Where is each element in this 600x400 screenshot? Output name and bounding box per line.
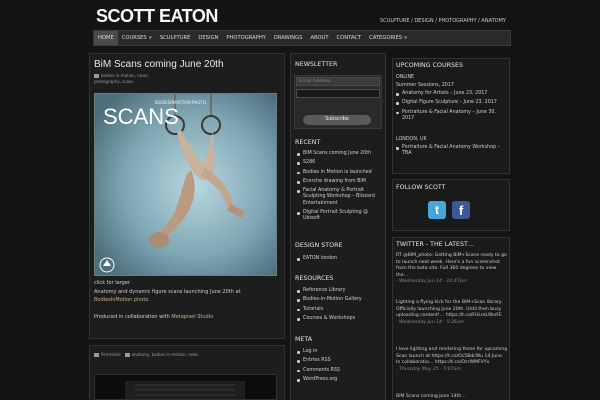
tweet: I love lighting and rendering these for … <box>396 347 508 373</box>
metapixel-link[interactable]: Metapixel Studio <box>171 314 213 320</box>
click-for-larger-text: click for larger <box>94 280 130 286</box>
post-line1-text: Anatomy and dynamic figure scans launchi… <box>94 289 241 295</box>
chevron-down-icon: ▼ <box>148 35 152 40</box>
post2-image-ui <box>95 375 276 399</box>
newsletter-input-secondary[interactable] <box>296 89 380 98</box>
post-title[interactable]: BiM Scans coming June 20th <box>94 59 224 70</box>
tweet-text[interactable]: RT @BiM_photo: Getting BiM+Scans ready t… <box>396 253 507 278</box>
london-courses-list: Portraiture & Facial Anatomy Workshop – … <box>396 145 504 161</box>
post-categories-text[interactable]: bodies-in-motion, news, photography, sca… <box>94 73 149 84</box>
meta-item[interactable]: Entries RSS <box>297 358 381 364</box>
follow-title: FOLLOW SCOTT <box>396 184 446 191</box>
post-image-figure: BODIESINMOTION PHOTO SCANS <box>95 94 276 275</box>
nav-item-label: ABOUT <box>310 35 329 41</box>
nav-item-label: PHOTOGRAPHY <box>226 35 266 41</box>
facebook-icon[interactable]: f <box>452 201 470 219</box>
recent-item[interactable]: S286 <box>297 160 381 166</box>
page: SCOTT EATON SCULPTURE / DESIGN / PHOTOGR… <box>0 0 600 400</box>
newsletter-email-input[interactable]: Email Address <box>296 77 380 86</box>
meta-title: META <box>295 336 313 343</box>
design-store-list: EATON london <box>297 256 381 265</box>
twitter-icon[interactable]: t <box>428 201 446 219</box>
course-item[interactable]: Portraiture & Facial Anatomy Workshop – … <box>396 145 504 158</box>
image-title: SCANS <box>103 104 179 129</box>
nav-item-courses[interactable]: COURSES ▼ <box>118 31 156 45</box>
nav-item-label: CATEGORIES <box>369 35 403 41</box>
nav-item-label: DRAWINGS <box>273 35 303 41</box>
course-item[interactable]: Portraiture & Facial Anatomy – June 30, … <box>396 110 504 123</box>
nav-item-about[interactable]: ABOUT <box>306 31 332 45</box>
meta-item[interactable]: Log in <box>297 349 381 355</box>
nav-item-home[interactable]: HOME <box>94 31 118 45</box>
recent-item[interactable]: Bodies in Motion is launched <box>297 170 381 176</box>
post-line2-text: Produced in collaboration with <box>94 314 170 320</box>
post-line1-link-row: BodiesInMotion photo. <box>94 297 150 303</box>
tweet-text[interactable]: I love lighting and rendering these for … <box>396 347 507 365</box>
resources-item[interactable]: Reference Library <box>297 288 381 294</box>
tweet-time: - Wednesday Jun 14 - 5:26am <box>396 319 465 325</box>
nav-item-label: CONTACT <box>336 35 362 41</box>
resources-item[interactable]: Courses & Workshops <box>297 316 381 322</box>
twitter-title: TWITTER - THE LATEST… <box>396 241 475 248</box>
post-categories: bodies-in-motion, news, photography, sca… <box>94 73 164 85</box>
online-sub: Summer Sessions, 2017 <box>396 83 454 88</box>
tweet: RT @BiM_photo: Getting BiM+Scans ready t… <box>396 253 508 286</box>
permalink-link[interactable]: Permalink <box>101 352 121 357</box>
newsletter-title: NEWSLETTER <box>295 61 338 68</box>
bodiesinmotion-link[interactable]: BodiesInMotion photo. <box>94 297 150 303</box>
nav-item-drawings[interactable]: DRAWINGS <box>270 31 307 45</box>
post-line2: Produced in collaboration with Metapixel… <box>94 314 213 320</box>
nav-item-label: HOME <box>98 35 114 41</box>
recent-item[interactable]: Digital Portrait Sculpting @ Ubisoft <box>297 210 381 223</box>
folder-icon <box>124 352 130 357</box>
meta-list: Log in Entries RSS Comments RSS WordPres… <box>297 349 381 386</box>
recent-title: RECENT <box>295 139 321 146</box>
design-store-item[interactable]: EATON london <box>297 256 381 262</box>
site-logo[interactable]: SCOTT EATON <box>96 6 218 27</box>
online-label: ONLINE <box>396 75 415 80</box>
course-item[interactable]: Digital Figure Sculpture – June 23, 2017 <box>396 100 504 106</box>
main-nav: HOME COURSES ▼ SCULPTURE DESIGN PHOTOGRAP… <box>93 30 511 46</box>
tweet-time: - Thursday May 25 - 5:07am <box>396 366 461 372</box>
resources-list: Reference Library Bodies-in-Motion Galle… <box>297 288 381 325</box>
recent-item[interactable]: BiM Scans coming June 20th <box>297 151 381 157</box>
tweet: BiM Scans coming June 14th… <box>396 394 508 400</box>
folder-icon <box>94 73 99 78</box>
resources-title: RESOURCES <box>295 275 334 282</box>
post2-image[interactable] <box>94 374 277 400</box>
london-label: LONDON, UK <box>396 137 427 142</box>
upcoming-title: UPCOMING COURSES <box>396 62 463 69</box>
nav-item-label: SCULPTURE <box>159 35 191 41</box>
nav-item-sculpture[interactable]: SCULPTURE <box>156 31 195 45</box>
site-tagline: SCULPTURE / DESIGN / PHOTOGRAPHY / ANATO… <box>380 18 506 24</box>
nav-item-label: COURSES <box>121 35 147 41</box>
post-image[interactable]: BODIESINMOTION PHOTO SCANS <box>94 93 277 276</box>
tweet-text[interactable]: Lighting a flying kick for the BiM+Scan … <box>396 300 502 318</box>
post2-categories[interactable]: anatomy, bodies-in-motion, news <box>132 352 199 357</box>
online-courses-list: Anatomy for Artists – June 23, 2017 Digi… <box>396 91 504 125</box>
post2-meta: Permalink anatomy, bodies-in-motion, new… <box>94 352 198 357</box>
tweet-text[interactable]: BiM Scans coming June 14th… <box>396 394 466 399</box>
recent-list: BiM Scans coming June 20th S286 Bodies i… <box>297 151 381 226</box>
course-item[interactable]: Anatomy for Artists – June 23, 2017 <box>396 91 504 97</box>
design-store-title: DESIGN STORE <box>295 242 343 249</box>
meta-item[interactable]: WordPress.org <box>297 377 381 383</box>
tweet: Lighting a flying kick for the BiM+Scan … <box>396 300 508 326</box>
nav-item-label: DESIGN <box>198 35 219 41</box>
permalink-icon <box>94 352 99 357</box>
nav-item-design[interactable]: DESIGN <box>194 31 222 45</box>
subscribe-button[interactable]: Subscribe <box>303 115 371 125</box>
tweet-time: - Wednesday Jun 14 - 10:47pm <box>396 279 468 285</box>
post-line1: Anatomy and dynamic figure scans launchi… <box>94 289 241 295</box>
nav-item-categories[interactable]: CATEGORIES ▼ <box>365 31 411 45</box>
resources-item[interactable]: Bodies-in-Motion Gallery <box>297 297 381 303</box>
chevron-down-icon: ▼ <box>404 35 408 40</box>
recent-item[interactable]: Facial Anatomy & Portrait Sculpting Work… <box>297 188 381 207</box>
resources-item[interactable]: Tutorials <box>297 307 381 313</box>
recent-item[interactable]: Ecorche drawing from BiM <box>297 179 381 185</box>
meta-item[interactable]: Comments RSS <box>297 368 381 374</box>
nav-item-contact[interactable]: CONTACT <box>333 31 366 45</box>
nav-item-photography[interactable]: PHOTOGRAPHY <box>222 31 270 45</box>
